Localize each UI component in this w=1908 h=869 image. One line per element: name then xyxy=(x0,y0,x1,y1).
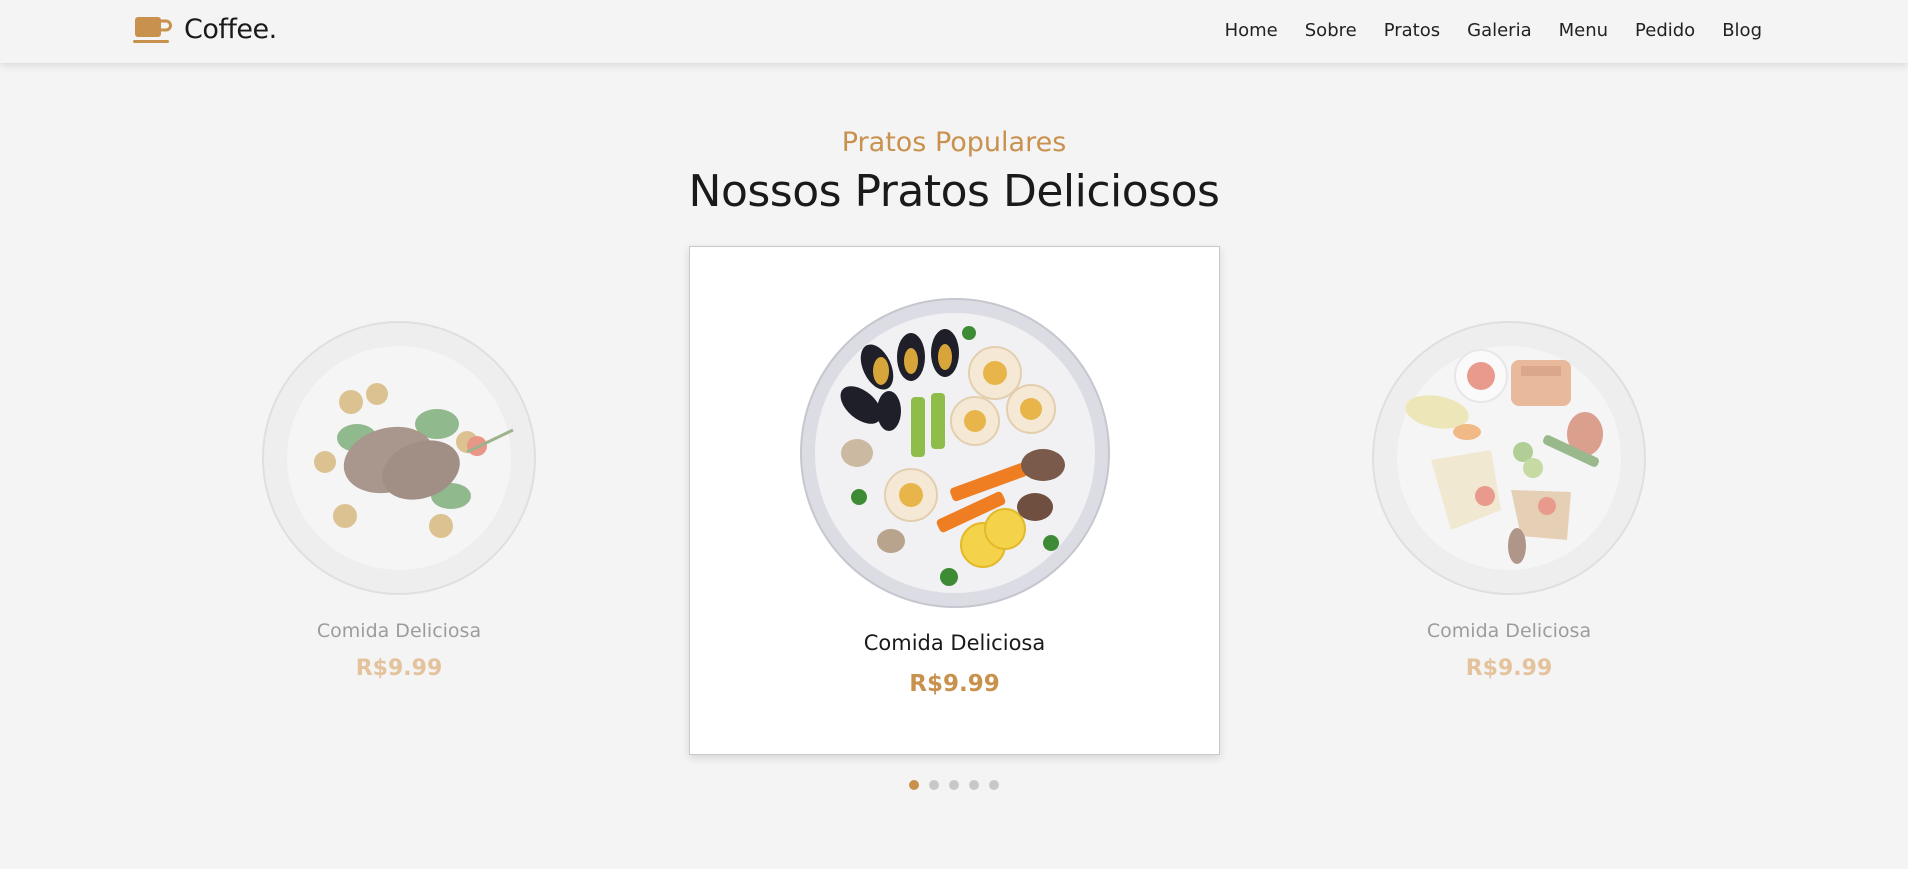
carousel-dot-1[interactable] xyxy=(909,780,919,790)
carousel-dot-2[interactable] xyxy=(929,780,939,790)
brand-logo[interactable]: Coffee. xyxy=(133,14,277,45)
carousel-dot-5[interactable] xyxy=(989,780,999,790)
dish-image xyxy=(1371,320,1647,596)
dish-name: Comida Deliciosa xyxy=(1426,620,1592,642)
nav-blog[interactable]: Blog xyxy=(1722,20,1762,41)
nav-pratos[interactable]: Pratos xyxy=(1384,20,1440,41)
navbar: Coffee. Home Sobre Pratos Galeria Menu P… xyxy=(0,0,1908,63)
dish-price: R$9.99 xyxy=(1465,656,1553,681)
nav-galeria[interactable]: Galeria xyxy=(1467,20,1532,41)
section-subtitle: Pratos Populares xyxy=(841,127,1067,158)
brand-name: Coffee. xyxy=(184,14,277,45)
section-title: Nossos Pratos Deliciosos xyxy=(688,166,1220,217)
dish-image xyxy=(799,297,1111,609)
nav-home[interactable]: Home xyxy=(1225,20,1278,41)
nav-sobre[interactable]: Sobre xyxy=(1305,20,1357,41)
dish-price: R$9.99 xyxy=(909,671,1000,697)
dish-card-center[interactable]: Comida Deliciosa R$9.99 xyxy=(689,246,1220,755)
nav-pedido[interactable]: Pedido xyxy=(1635,20,1695,41)
nav-menu[interactable]: Menu xyxy=(1559,20,1608,41)
carousel-dot-3[interactable] xyxy=(949,780,959,790)
coffee-cup-icon xyxy=(133,15,173,45)
dish-card-left[interactable]: Comida Deliciosa R$9.99 xyxy=(169,320,629,681)
dish-price: R$9.99 xyxy=(355,656,443,681)
carousel-dot-4[interactable] xyxy=(969,780,979,790)
dish-name: Comida Deliciosa xyxy=(316,620,482,642)
main-nav: Home Sobre Pratos Galeria Menu Pedido Bl… xyxy=(1225,20,1762,41)
dish-card-right[interactable]: Comida Deliciosa R$9.99 xyxy=(1279,320,1739,681)
dish-image xyxy=(261,320,537,596)
carousel-pagination xyxy=(0,780,1908,790)
dish-name: Comida Deliciosa xyxy=(863,631,1046,655)
